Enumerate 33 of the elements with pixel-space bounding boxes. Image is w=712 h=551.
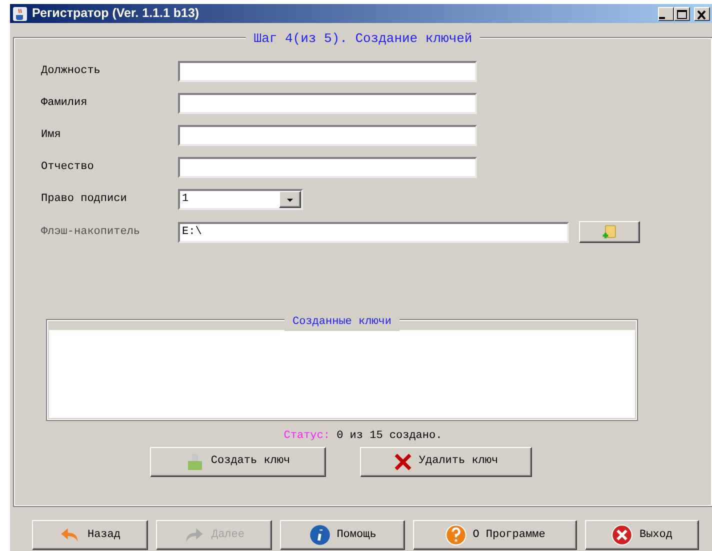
delete-key-button[interactable]: Удалить ключ	[360, 446, 532, 476]
input-field[interactable]	[178, 157, 477, 178]
info-icon	[308, 524, 331, 546]
field-label: Должность	[41, 64, 102, 80]
panel-title: Созданные ключи	[284, 314, 400, 330]
nav-button[interactable]: Выход	[585, 520, 699, 550]
question-icon	[444, 524, 467, 546]
field-label: Фамилия	[41, 96, 88, 112]
maximize-button[interactable]	[674, 6, 690, 20]
create-key-button[interactable]: Создать ключ	[150, 446, 326, 476]
field-label: Отчество	[41, 160, 95, 176]
field-label: Право подписи	[41, 192, 128, 208]
browse-button[interactable]	[579, 221, 640, 243]
input-field[interactable]	[178, 93, 477, 114]
maximize-icon	[675, 8, 689, 21]
minimize-icon	[659, 16, 665, 18]
window-title: Регистратор (Ver. 1.1.1 b13)	[32, 5, 200, 22]
coffee-cup-icon	[12, 6, 28, 22]
status-text: Статус: 0 из 15 создано.	[282, 429, 444, 444]
nav-button[interactable]: Назад	[32, 520, 148, 550]
close-button[interactable]	[694, 6, 710, 20]
field-label: Флэш-накопитель	[41, 224, 142, 240]
minimize-button[interactable]	[658, 6, 674, 20]
nav-button[interactable]: Помощь	[280, 520, 405, 550]
close-icon	[611, 524, 634, 546]
input-field[interactable]: E:\	[178, 222, 569, 242]
input-field[interactable]	[178, 61, 477, 82]
field-label: Имя	[41, 128, 62, 144]
cross-icon	[392, 452, 413, 472]
input-field[interactable]	[178, 125, 477, 146]
dropdown-field[interactable]: 1	[178, 189, 303, 210]
nav-button[interactable]: О Программе	[413, 520, 577, 550]
folder-add-icon	[600, 223, 618, 241]
